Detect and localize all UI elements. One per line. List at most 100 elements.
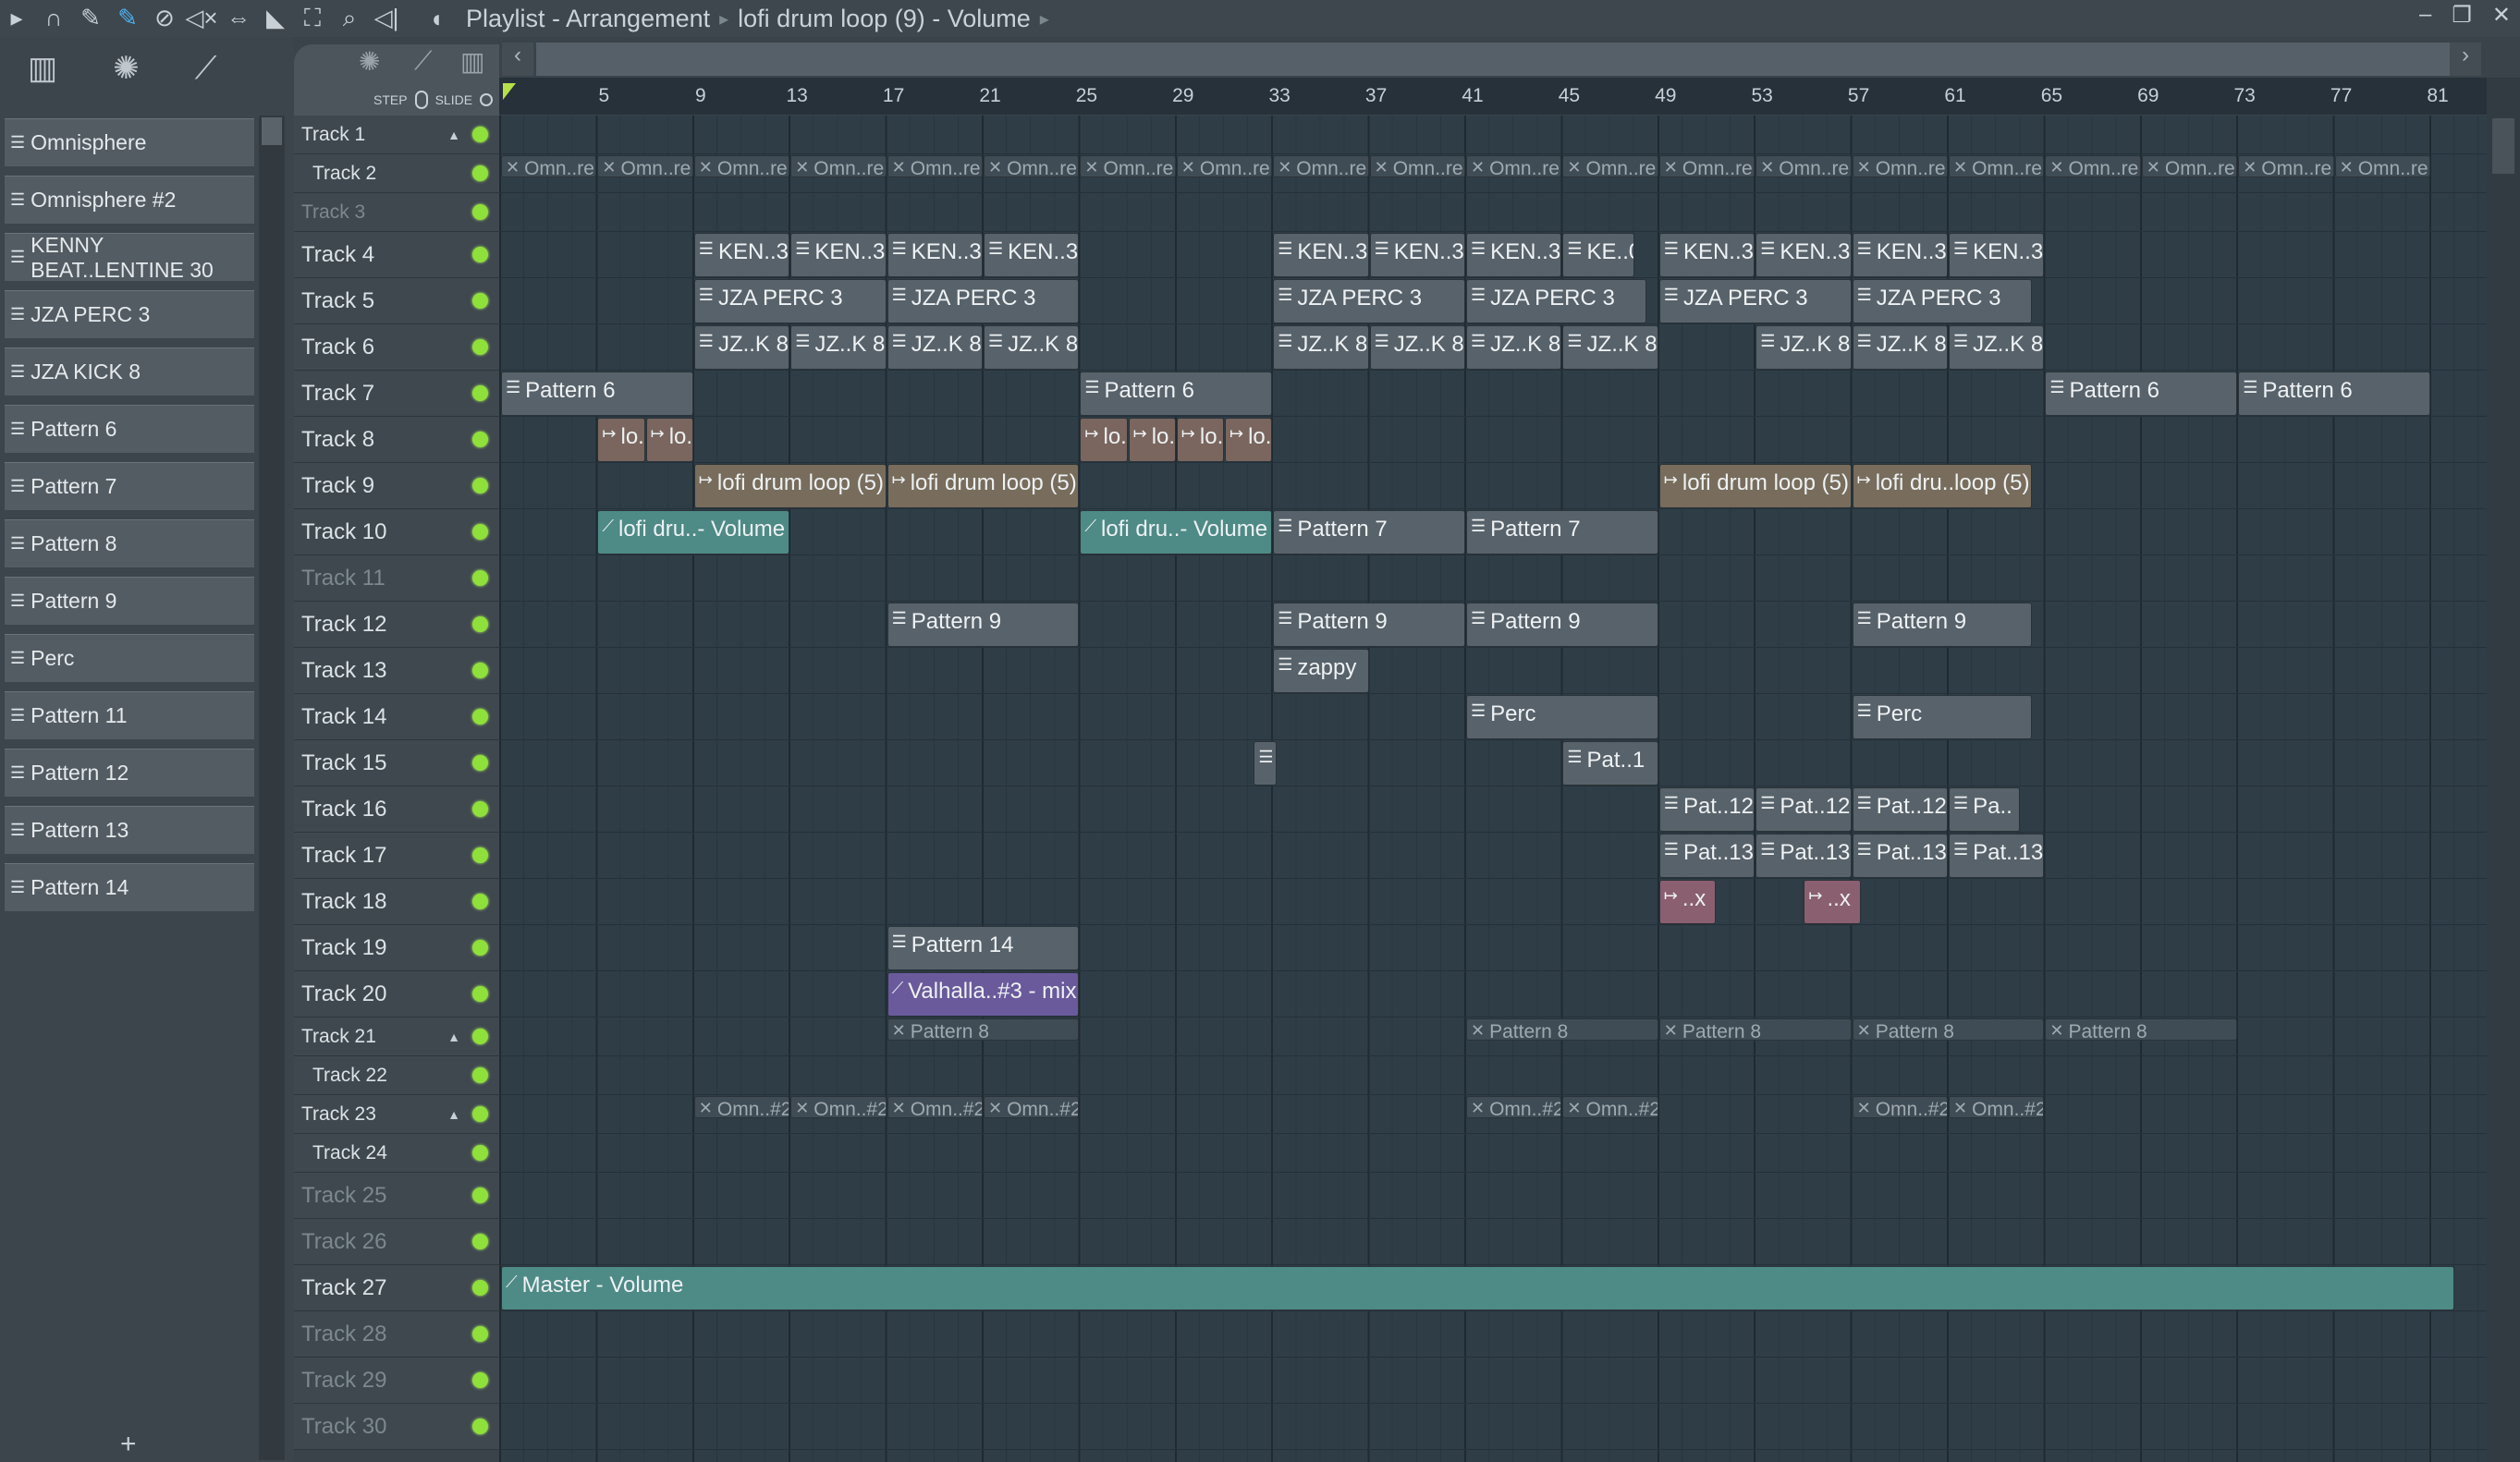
clip[interactable]: ☰ Pat..13 [1658, 834, 1755, 878]
clip[interactable]: ☰ Pat..13 [1949, 834, 2045, 878]
clip[interactable]: ✕ Omn..re [2141, 155, 2238, 177]
clip[interactable]: ↦lo.. [645, 418, 693, 462]
track-header[interactable]: Track 7 [294, 371, 499, 417]
clip[interactable]: ☰ JZ..K 8 [887, 325, 983, 370]
track-header[interactable]: Track 20 [294, 971, 499, 1017]
track-header[interactable]: Track 21 ▲ [294, 1017, 499, 1056]
track-header[interactable]: Track 12 [294, 602, 499, 648]
clip[interactable]: ☰KEN..30 [984, 233, 1080, 277]
clip[interactable]: ✕ Omn..re [2045, 155, 2141, 177]
clip[interactable]: ☰ JZ..K 8 [1273, 325, 1369, 370]
collapse-icon[interactable]: ▲ [447, 1029, 460, 1044]
clip[interactable]: ☰KEN..30 [1852, 233, 1948, 277]
track-header[interactable]: Track 19 [294, 925, 499, 971]
clip[interactable]: ☰ Pat..12 [1658, 787, 1755, 832]
track-mute-led[interactable] [472, 127, 488, 142]
track-header[interactable]: Track 11 [294, 555, 499, 602]
clip[interactable]: ☰ JZA PERC 3 [1658, 279, 1852, 323]
clip[interactable]: ☰ Pattern 9 [1273, 603, 1465, 647]
clip[interactable]: ✕ Omn..re [1466, 155, 1562, 177]
track-mute-led[interactable] [472, 524, 488, 540]
clip[interactable]: ↦ lofi drum loop (5) [887, 464, 1080, 508]
clip[interactable]: ✕ Pattern 8 [1852, 1018, 2045, 1041]
track-header[interactable]: Track 13 [294, 648, 499, 694]
clip[interactable]: ☰KEN..30 [1658, 233, 1755, 277]
clip[interactable]: ☰ Pattern 6 [2238, 372, 2430, 416]
track-mute-led[interactable] [472, 1234, 488, 1249]
clip[interactable]: ✕ Omn..re [2238, 155, 2334, 177]
channel-item[interactable]: ☰ JZA PERC 3 [5, 290, 254, 338]
clip[interactable]: ✕ Omn..re [1755, 155, 1852, 177]
track-header[interactable]: Track 27 [294, 1265, 499, 1311]
clip[interactable]: ✕ Omn..re [1562, 155, 1658, 177]
clip[interactable]: ↦ lofi drum loop (5) [693, 464, 887, 508]
track-header[interactable]: Track 17 [294, 833, 499, 879]
track-header[interactable]: Track 22 [294, 1056, 499, 1095]
clip[interactable]: ☰ Pattern 9 [887, 603, 1080, 647]
clip[interactable]: ☰KEN..30 [1755, 233, 1852, 277]
track-header[interactable]: Track 10 [294, 509, 499, 555]
clip[interactable]: ✕ Omn..re [1369, 155, 1465, 177]
clip[interactable]: ✕ Omn..re [1658, 155, 1755, 177]
clip[interactable]: ↦ ..x [1658, 880, 1717, 924]
clip[interactable]: ☰ JZ..K 8 [1562, 325, 1658, 370]
track-header[interactable]: Track 28 [294, 1311, 499, 1358]
track-header[interactable]: Track 1 ▲ [294, 116, 499, 154]
clip[interactable]: ✕ Omn..re [1852, 155, 1948, 177]
magnet-icon[interactable]: ∩ [37, 4, 70, 33]
track-mute-led[interactable] [472, 1280, 488, 1296]
track-header[interactable]: Track 16 [294, 786, 499, 833]
track-header[interactable]: Track 26 [294, 1219, 499, 1265]
mute-icon[interactable]: ◁× [185, 4, 218, 33]
channel-item[interactable]: ☰ Pattern 8 [5, 519, 254, 567]
timeline-ruler[interactable]: 5 9 13 17 21 25 29 33 37 41 45 49 53 57 61 65 69 73 77 81 [499, 78, 2487, 115]
track-mute-led[interactable] [472, 247, 488, 262]
clip[interactable]: ☰KEN..30 [1273, 233, 1369, 277]
clip[interactable]: ☰ Pat..12 [1755, 787, 1852, 832]
clip[interactable]: ⟋ Master - Volume [501, 1266, 2455, 1310]
track-mute-led[interactable] [472, 570, 488, 586]
step-toggle[interactable] [414, 91, 428, 109]
slide-toggle[interactable] [480, 93, 494, 106]
clip[interactable]: ✕ Omn..#2 [887, 1096, 983, 1118]
track-header[interactable]: Track 23 ▲ [294, 1095, 499, 1134]
clip[interactable]: ✕ Omn..re [1080, 155, 1176, 177]
track-mute-led[interactable] [472, 1067, 488, 1083]
close-icon[interactable]: ✕ [2492, 2, 2511, 29]
clip[interactable]: ✕ Omn..#2 [984, 1096, 1080, 1118]
clip[interactable]: ☰KE..0 [1562, 233, 1634, 277]
track-mute-led[interactable] [472, 1029, 488, 1044]
track-header[interactable]: Track 3 [294, 193, 499, 232]
clip[interactable]: ☰KEN..30 [693, 233, 790, 277]
track-mute-led[interactable] [472, 709, 488, 725]
clip[interactable]: ☰ JZ..K 8 [790, 325, 887, 370]
clip[interactable]: ✕ Omn..re [790, 155, 887, 177]
channel-item[interactable]: ☰ KENNY BEAT..LENTINE 30 [5, 233, 254, 282]
clip[interactable]: ↦ ..x [1804, 880, 1862, 924]
clip[interactable]: ↦ lofi drum loop (5) [1658, 464, 1852, 508]
clip[interactable]: ✕ Omn..re [1273, 155, 1369, 177]
track-header[interactable]: Track 29 [294, 1358, 499, 1404]
track-mute-led[interactable] [472, 986, 488, 1002]
track-mute-led[interactable] [472, 478, 488, 493]
clip[interactable]: ☰ Pattern 9 [1852, 603, 2033, 647]
maximize-icon[interactable]: ❐ [2452, 2, 2472, 29]
audio-wave-icon[interactable]: ✺ [113, 50, 140, 87]
track-header[interactable]: Track 2 [294, 154, 499, 193]
piano-icon[interactable]: ▥ [460, 46, 484, 77]
clip[interactable]: ☰KEN..30 [1369, 233, 1465, 277]
track-mute-led[interactable] [472, 1145, 488, 1161]
track-header[interactable]: Track 8 [294, 417, 499, 463]
clip[interactable]: ☰ JZ..K 8 [693, 325, 790, 370]
clip[interactable]: ☰ Pattern 7 [1273, 510, 1465, 554]
clip[interactable]: ✕ Omn..#2 [1852, 1096, 1948, 1118]
channel-item[interactable]: ☰ Pattern 12 [5, 749, 254, 797]
playlist-grid[interactable]: ✕ Omn..re ✕ Omn..re ✕ Omn..re ✕ Omn..re ✕ Omn..re… [499, 116, 2487, 1462]
automation-icon[interactable]: ⟋ [414, 46, 433, 77]
track-mute-led[interactable] [472, 1419, 488, 1434]
playback-icon[interactable]: ◁| [370, 4, 403, 33]
track-header[interactable]: Track 9 [294, 463, 499, 509]
select-icon[interactable]: ⛶ [296, 4, 329, 33]
channel-item[interactable]: ☰ Pattern 14 [5, 863, 254, 911]
scroll-left-button[interactable]: ‹ [502, 43, 533, 76]
